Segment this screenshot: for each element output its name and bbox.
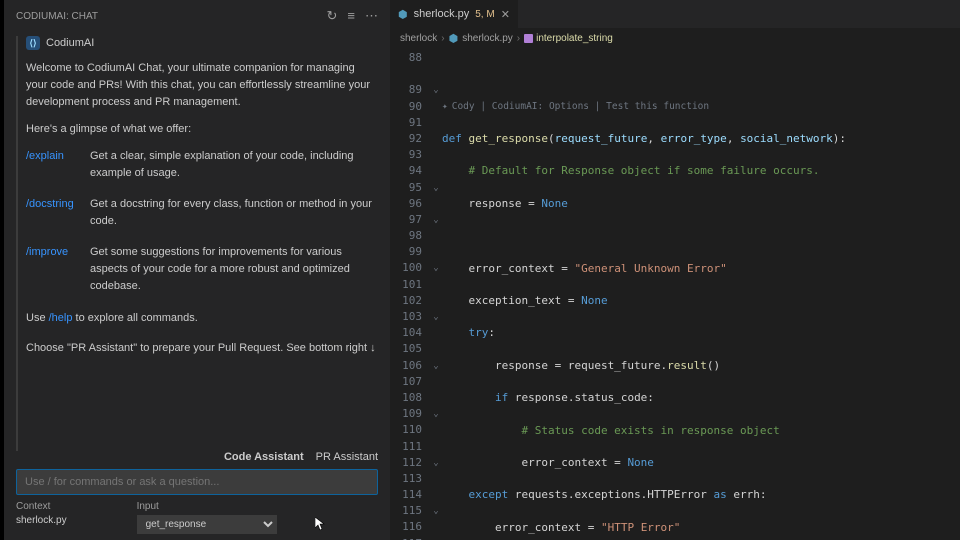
code-line[interactable]: if response.status_code:	[442, 390, 960, 406]
tab-filename: sherlock.py	[414, 8, 470, 20]
close-tab-icon[interactable]: ✕	[501, 8, 510, 21]
help-link[interactable]: /help	[49, 312, 73, 324]
context-value: sherlock.py	[16, 515, 67, 526]
chat-title: CODIUMAI: CHAT	[16, 11, 98, 22]
command-name[interactable]: /improve	[26, 244, 78, 295]
history-icon[interactable]: ≡	[347, 8, 355, 24]
command-docstring: /docstring Get a docstring for every cla…	[26, 196, 378, 230]
codium-chat-panel: CODIUMAI: CHAT ↻ ≡ ⋯ ⟨⟩ CodiumAI Welcome…	[0, 0, 390, 540]
command-desc: Get a docstring for every class, functio…	[90, 196, 378, 230]
code-line[interactable]: # Status code exists in response object	[442, 423, 960, 439]
fold-column[interactable]: ⌄⌄⌄⌄⌄⌄⌄⌄⌄⌄⌄⌄⌄⌄⌄	[430, 48, 442, 540]
codium-brand: ⟨⟩ CodiumAI	[26, 36, 378, 50]
refresh-icon[interactable]: ↻	[327, 8, 338, 24]
chat-bottom: Code Assistant PR Assistant Context sher…	[16, 451, 378, 534]
cody-icon: ✦	[442, 99, 448, 115]
code-lens[interactable]: ✦Cody | CodiumAI: Options | Test this fu…	[442, 99, 960, 115]
code-lines[interactable]: ✦Cody | CodiumAI: Options | Test this fu…	[442, 48, 960, 540]
command-name[interactable]: /docstring	[26, 196, 78, 230]
chat-header: CODIUMAI: CHAT ↻ ≡ ⋯	[16, 8, 378, 24]
input-select[interactable]: get_response	[137, 515, 277, 534]
editor-tab[interactable]: ⬢ sherlock.py 5, M ✕	[390, 0, 519, 28]
help-line: Use /help to explore all commands.	[26, 310, 378, 327]
glimpse-text: Here's a glimpse of what we offer:	[26, 121, 378, 138]
breadcrumb-sep-icon: ›	[517, 33, 520, 44]
python-file-icon: ⬢	[449, 32, 459, 45]
breadcrumb-sep-icon: ›	[441, 33, 444, 44]
breadcrumb-folder[interactable]: sherlock	[400, 33, 437, 44]
command-desc: Get some suggestions for improvements fo…	[90, 244, 378, 295]
code-line[interactable]: try:	[442, 325, 960, 341]
input-block: Input get_response	[137, 501, 277, 534]
overflow-icon[interactable]: ⋯	[365, 8, 378, 24]
input-label: Input	[137, 501, 277, 512]
editor-panel: ⬢ sherlock.py 5, M ✕ sherlock › ⬢ sherlo…	[390, 0, 960, 540]
breadcrumb-file[interactable]: sherlock.py	[462, 33, 513, 44]
intro-text: Welcome to CodiumAI Chat, your ultimate …	[26, 60, 378, 111]
codium-logo-icon: ⟨⟩	[26, 36, 40, 50]
pr-instruction: Choose "PR Assistant" to prepare your Pu…	[26, 340, 378, 357]
command-explain: /explain Get a clear, simple explanation…	[26, 148, 378, 182]
breadcrumb[interactable]: sherlock › ⬢ sherlock.py › interpolate_s…	[390, 28, 960, 48]
python-file-icon: ⬢	[398, 8, 408, 21]
chat-body: ⟨⟩ CodiumAI Welcome to CodiumAI Chat, yo…	[16, 36, 378, 451]
code-line[interactable]	[442, 228, 960, 244]
code-line[interactable]	[442, 66, 960, 82]
chat-input[interactable]	[16, 469, 378, 495]
brand-name: CodiumAI	[46, 37, 94, 49]
code-line[interactable]: error_context = "General Unknown Error"	[442, 261, 960, 277]
code-line[interactable]: def get_response(request_future, error_t…	[442, 131, 960, 147]
code-line[interactable]: error_context = "HTTP Error"	[442, 520, 960, 536]
command-desc: Get a clear, simple explanation of your …	[90, 148, 378, 182]
code-line[interactable]: # Default for Response object if some fa…	[442, 163, 960, 179]
assistant-tabs: Code Assistant PR Assistant	[16, 451, 378, 463]
code-line[interactable]: response = request_future.result()	[442, 358, 960, 374]
command-name[interactable]: /explain	[26, 148, 78, 182]
code-line[interactable]: response = None	[442, 196, 960, 212]
tab-code-assistant[interactable]: Code Assistant	[224, 451, 304, 463]
tab-pr-assistant[interactable]: PR Assistant	[316, 451, 378, 463]
breadcrumb-symbol[interactable]: interpolate_string	[536, 33, 613, 44]
code-line[interactable]: error_context = None	[442, 455, 960, 471]
code-line[interactable]: exception_text = None	[442, 293, 960, 309]
command-improve: /improve Get some suggestions for improv…	[26, 244, 378, 295]
line-number-gutter: 8889909192939495969798991001011021031041…	[390, 48, 430, 540]
context-label: Context	[16, 501, 67, 512]
function-icon	[524, 34, 533, 43]
code-line[interactable]: except requests.exceptions.HTTPError as …	[442, 487, 960, 503]
code-area[interactable]: 8889909192939495969798991001011021031041…	[390, 48, 960, 540]
context-block: Context sherlock.py	[16, 501, 67, 534]
tab-bar: ⬢ sherlock.py 5, M ✕	[390, 0, 960, 28]
tab-modified-badge: 5, M	[475, 9, 494, 20]
